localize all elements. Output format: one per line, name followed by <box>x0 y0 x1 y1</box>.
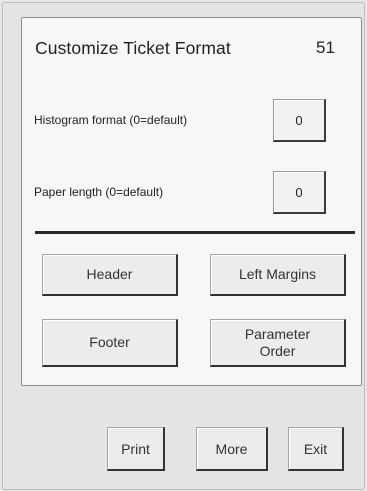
left-margins-button[interactable]: Left Margins <box>210 254 346 296</box>
footer-button[interactable]: Footer <box>42 319 178 367</box>
parameter-order-line2: Order <box>259 342 296 359</box>
customize-ticket-format-panel: Customize Ticket Format 51 Histogram for… <box>21 17 362 386</box>
dialog-title: Customize Ticket Format <box>35 38 231 58</box>
paper-length-label: Paper length (0=default) <box>34 185 164 199</box>
section-divider <box>35 231 355 234</box>
header-button[interactable]: Header <box>42 254 178 296</box>
paper-length-field[interactable]: 0 <box>273 171 326 214</box>
more-button[interactable]: More <box>196 427 268 471</box>
parameter-order-line1: Parameter <box>244 325 311 342</box>
histogram-format-label: Histogram format (0=default) <box>34 113 188 127</box>
print-button[interactable]: Print <box>107 427 165 471</box>
histogram-format-field[interactable]: 0 <box>273 99 326 142</box>
screen-number: 51 <box>316 38 335 57</box>
exit-button[interactable]: Exit <box>288 427 344 471</box>
parameter-order-button[interactable]: Parameter Order <box>210 319 346 367</box>
